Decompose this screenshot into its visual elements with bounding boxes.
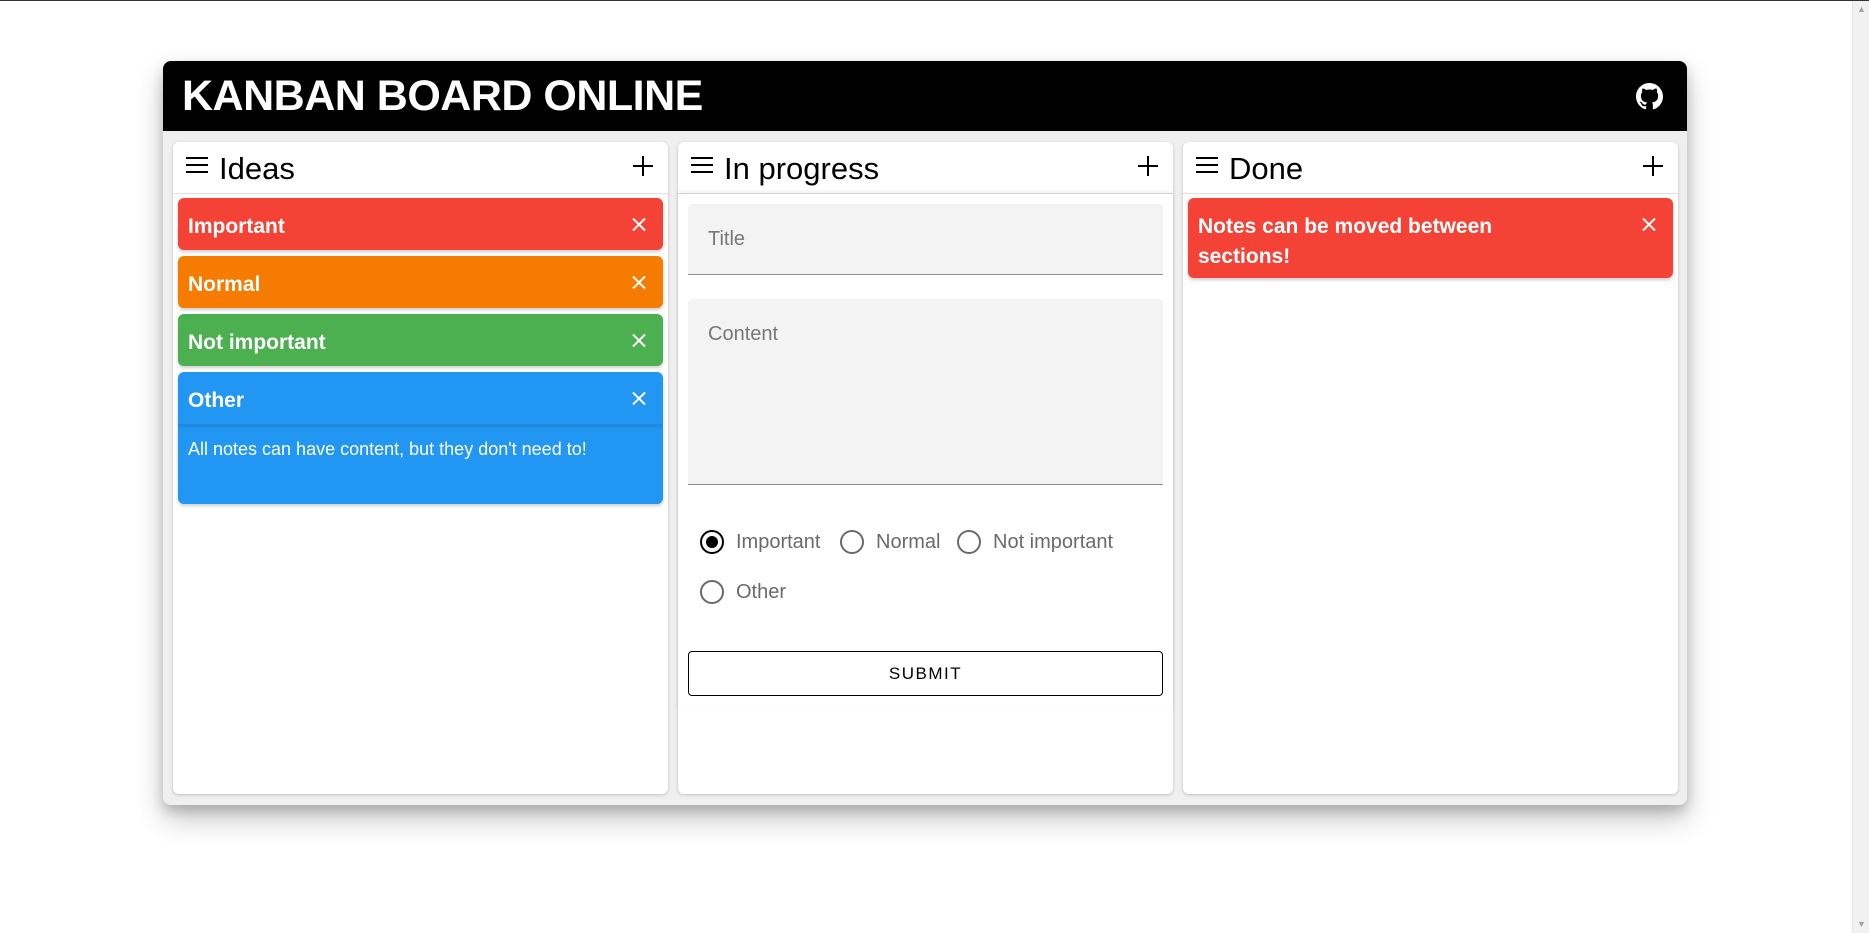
radio-label: Important (736, 530, 821, 553)
note-card[interactable]: Not important (178, 314, 663, 366)
radio-unchecked-icon (957, 530, 981, 554)
column-header: Done (1183, 142, 1678, 194)
add-note-icon[interactable] (632, 155, 654, 177)
close-icon[interactable] (1641, 217, 1657, 233)
radio-unchecked-icon (840, 530, 864, 554)
kanban-board: KANBAN BOARD ONLINE Ideas Important Norm… (163, 61, 1687, 805)
note-title: Other (188, 389, 245, 412)
note-content: All notes can have content, but they don… (178, 424, 663, 504)
vertical-scrollbar[interactable]: ▲ ▼ (1852, 1, 1869, 933)
note-card[interactable]: Other All notes can have content, but th… (178, 372, 663, 504)
radio-label: Normal (876, 530, 941, 553)
add-note-icon[interactable] (1137, 155, 1159, 177)
radio-label: Not important (993, 530, 1114, 553)
column-title: Done (1229, 151, 1304, 186)
column-title: Ideas (219, 151, 295, 186)
radio-label: Other (736, 580, 787, 603)
column-title: In progress (724, 151, 880, 186)
menu-icon[interactable] (186, 157, 208, 177)
radio-important[interactable]: Important (700, 530, 820, 554)
radio-unchecked-icon (700, 580, 724, 604)
column-header: Ideas (173, 142, 668, 194)
radio-not-important[interactable]: Not important (957, 530, 1113, 554)
close-icon[interactable] (631, 217, 647, 233)
scroll-down-icon[interactable]: ▼ (1856, 919, 1867, 930)
submit-button[interactable]: SUBMIT (688, 651, 1163, 696)
title-input[interactable]: Title (688, 204, 1163, 275)
column-in-progress: In progress Title Content Important Norm… (678, 142, 1173, 794)
app-header: KANBAN BOARD ONLINE (163, 61, 1687, 131)
radio-other[interactable]: Other (700, 580, 786, 604)
radio-normal[interactable]: Normal (840, 530, 940, 554)
close-icon[interactable] (631, 275, 647, 291)
content-textarea[interactable]: Content (688, 299, 1163, 485)
note-title: Not important (188, 331, 326, 354)
radio-checked-icon (700, 530, 724, 554)
column-ideas: Ideas Important Normal Not important Oth… (173, 142, 668, 794)
close-icon[interactable] (631, 333, 647, 349)
column-header: In progress (678, 142, 1173, 194)
note-title: Normal (188, 273, 261, 296)
close-icon[interactable] (631, 391, 647, 407)
note-card[interactable]: Normal (178, 256, 663, 308)
scroll-up-icon[interactable]: ▲ (1856, 4, 1867, 15)
menu-icon[interactable] (691, 157, 713, 177)
menu-icon[interactable] (1196, 157, 1218, 177)
add-note-icon[interactable] (1642, 155, 1664, 177)
github-icon[interactable] (1636, 83, 1663, 110)
note-title: Notes can be moved between sections! (1198, 215, 1493, 268)
app-title: KANBAN BOARD ONLINE (182, 72, 703, 120)
note-title: Important (188, 215, 285, 238)
column-done: Done Notes can be moved between sections… (1183, 142, 1678, 794)
note-card[interactable]: Notes can be moved between sections! (1188, 198, 1673, 278)
new-note-form: Title Content Important Normal Not impor… (678, 194, 1173, 710)
note-card[interactable]: Important (178, 198, 663, 250)
